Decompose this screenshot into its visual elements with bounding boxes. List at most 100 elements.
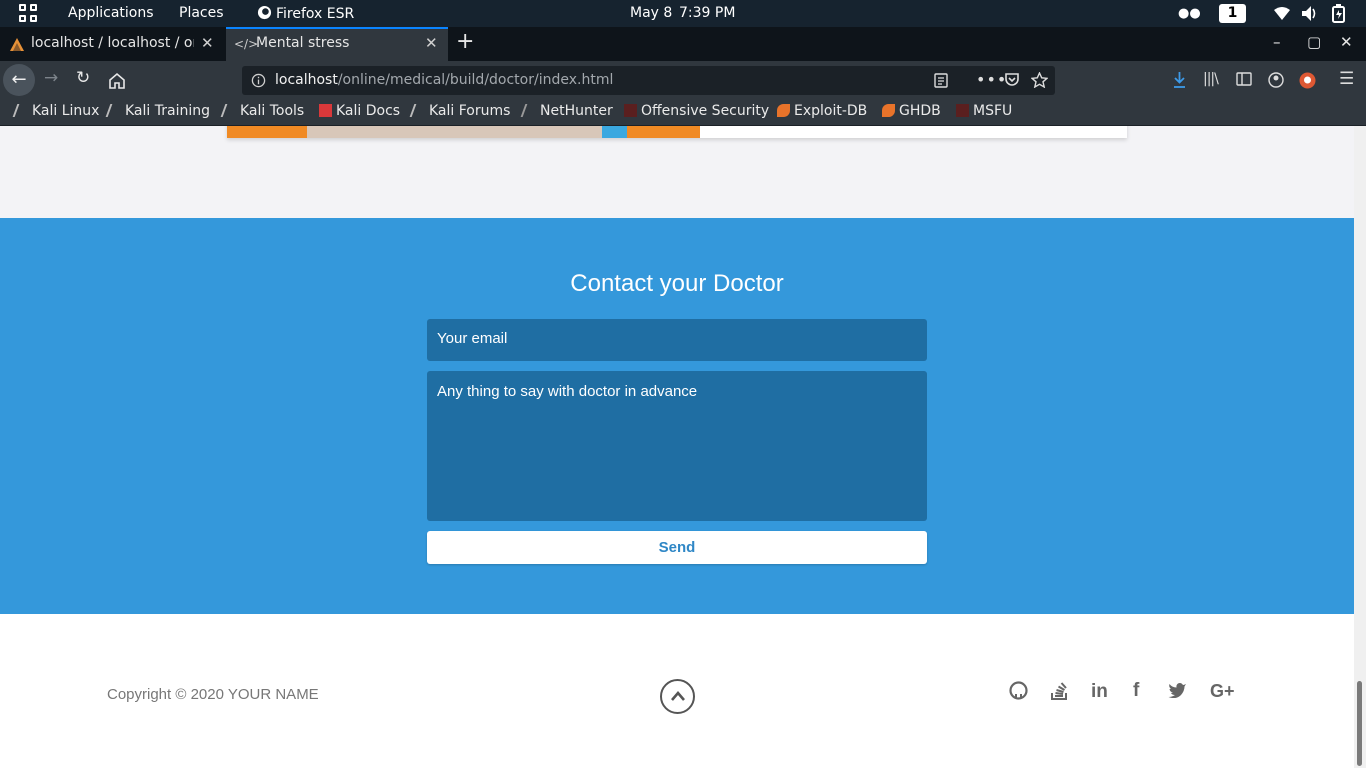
bookmark-kali-tools[interactable]: Kali Tools	[220, 103, 305, 119]
google-plus-icon[interactable]: G+	[1210, 681, 1235, 702]
page-actions-icon[interactable]: •••	[976, 70, 1007, 89]
bookmark-label: Kali Forums	[429, 103, 511, 119]
clock-date[interactable]: May 8	[630, 5, 672, 21]
bookmark-label: NetHunter	[540, 103, 613, 119]
ghdb-icon	[882, 104, 895, 117]
app-grid-icon[interactable]	[19, 4, 38, 23]
phpmyadmin-icon	[10, 38, 24, 51]
firefox-icon	[257, 5, 272, 20]
exploit-db-icon	[777, 104, 790, 117]
bookmark-label: Kali Docs	[336, 103, 401, 119]
pocket-icon[interactable]	[1004, 72, 1020, 88]
scrollbar-thumb[interactable]	[1357, 681, 1362, 766]
bookmark-kali-docs[interactable]: Kali Docs	[319, 103, 400, 119]
page-viewport: Contact your Doctor Your email Any thing…	[0, 126, 1354, 768]
kali-dragon-icon	[105, 104, 124, 117]
bookmarks-toolbar: Kali Linux Kali Training Kali Tools Kali…	[0, 99, 1366, 126]
close-tab-icon[interactable]: ✕	[425, 34, 438, 52]
back-button[interactable]: ←	[3, 64, 35, 96]
url-host: localhost	[275, 72, 338, 88]
bookmark-label: Kali Tools	[240, 103, 305, 119]
email-placeholder: Your email	[437, 330, 508, 347]
bookmark-label: Exploit-DB	[794, 103, 868, 119]
library-icon[interactable]: |||\	[1203, 71, 1219, 87]
reload-button[interactable]: ↻	[76, 68, 90, 88]
url-path: /online/medical/build/doctor/index.html	[337, 72, 614, 88]
bookmark-exploit-db[interactable]: Exploit-DB	[777, 103, 867, 119]
bookmark-msfu[interactable]: MSFU	[956, 103, 1012, 119]
message-placeholder: Any thing to say with doctor in advance	[437, 383, 698, 400]
kali-dragon-icon	[220, 104, 239, 117]
message-textarea[interactable]: Any thing to say with doctor in advance	[427, 371, 927, 521]
applications-menu[interactable]: Applications	[68, 5, 154, 21]
new-tab-button[interactable]: +	[456, 29, 474, 54]
code-icon: </>	[234, 37, 259, 51]
illustration-shape	[227, 126, 307, 138]
bookmark-kali-training[interactable]: Kali Training	[105, 103, 210, 119]
contact-title: Contact your Doctor	[570, 270, 784, 297]
tab-mental-stress[interactable]: </> Mental stress ✕	[226, 27, 448, 61]
article-card	[227, 126, 1127, 138]
facebook-icon[interactable]: f	[1133, 680, 1139, 702]
firefox-app-label: Firefox ESR	[276, 6, 355, 22]
bookmark-label: Kali Training	[125, 103, 210, 119]
contact-section: Contact your Doctor Your email Any thing…	[0, 218, 1354, 614]
twitter-icon[interactable]	[1168, 682, 1187, 698]
kali-dragon-icon	[12, 104, 31, 117]
close-window-button[interactable]: ✕	[1340, 33, 1353, 51]
downloads-icon[interactable]	[1172, 71, 1187, 89]
url-text[interactable]: localhost/online/medical/build/doctor/in…	[275, 72, 613, 88]
tab-label: Mental stress	[256, 35, 350, 51]
bookmark-star-icon[interactable]	[1031, 72, 1048, 88]
email-field[interactable]: Your email	[427, 319, 927, 361]
bookmark-label: Kali Linux	[32, 103, 100, 119]
copyright-text: Copyright © 2020 YOUR NAME	[107, 686, 319, 703]
duckduckgo-icon[interactable]	[1299, 72, 1316, 89]
tab-strip: localhost / localhost / onli ✕ </> Menta…	[0, 27, 1366, 61]
places-menu[interactable]: Places	[179, 5, 224, 21]
nethunter-icon	[520, 104, 539, 117]
clock-time[interactable]: 7:39 PM	[679, 5, 735, 21]
chevron-up-icon	[670, 691, 685, 701]
people-icon[interactable]: ●●	[1178, 6, 1201, 21]
bookmark-nethunter[interactable]: NetHunter	[520, 103, 613, 119]
battery-icon[interactable]	[1331, 4, 1347, 23]
bookmark-kali-forums[interactable]: Kali Forums	[409, 103, 511, 119]
maximize-button[interactable]: ▢	[1307, 33, 1321, 51]
offsec-icon	[624, 104, 637, 117]
send-button[interactable]: Send	[427, 531, 927, 564]
bookmark-ghdb[interactable]: GHDB	[882, 103, 941, 119]
github-icon[interactable]	[1009, 681, 1028, 700]
scroll-to-top-button[interactable]	[660, 679, 695, 714]
kali-docs-icon	[319, 104, 332, 117]
kali-dragon-icon	[409, 104, 428, 117]
footer: Copyright © 2020 YOUR NAME in f G+	[0, 614, 1354, 768]
card-illustration	[227, 126, 700, 138]
workspace-indicator[interactable]: 1	[1219, 4, 1246, 23]
sidebar-icon[interactable]	[1236, 72, 1252, 86]
info-icon[interactable]	[251, 73, 266, 88]
minimize-button[interactable]: –	[1273, 33, 1281, 51]
firefox-app-indicator[interactable]: Firefox ESR	[257, 5, 354, 22]
linkedin-icon[interactable]: in	[1091, 681, 1108, 703]
bookmark-label: GHDB	[899, 103, 941, 119]
reader-view-icon[interactable]	[934, 73, 948, 88]
home-icon[interactable]	[108, 72, 126, 89]
volume-icon[interactable]	[1301, 5, 1319, 22]
close-tab-icon[interactable]: ✕	[201, 34, 214, 52]
stack-overflow-icon[interactable]	[1050, 680, 1069, 701]
bookmark-kali-linux[interactable]: Kali Linux	[12, 103, 100, 119]
page-scrollbar[interactable]	[1354, 126, 1366, 768]
bookmark-offensive-security[interactable]: Offensive Security	[624, 103, 769, 119]
bookmark-label: MSFU	[973, 103, 1013, 119]
forward-button[interactable]: →	[44, 68, 58, 88]
account-icon[interactable]	[1268, 72, 1284, 88]
tab-localhost[interactable]: localhost / localhost / onli ✕	[0, 27, 225, 61]
hamburger-menu-icon[interactable]: ☰	[1339, 69, 1354, 89]
tab-label: localhost / localhost / onli	[31, 35, 194, 51]
illustration-shape	[627, 126, 700, 138]
address-bar[interactable]: localhost/online/medical/build/doctor/in…	[242, 66, 1055, 95]
bookmark-label: Offensive Security	[641, 103, 770, 119]
msfu-icon	[956, 104, 969, 117]
wifi-icon[interactable]	[1273, 6, 1291, 21]
